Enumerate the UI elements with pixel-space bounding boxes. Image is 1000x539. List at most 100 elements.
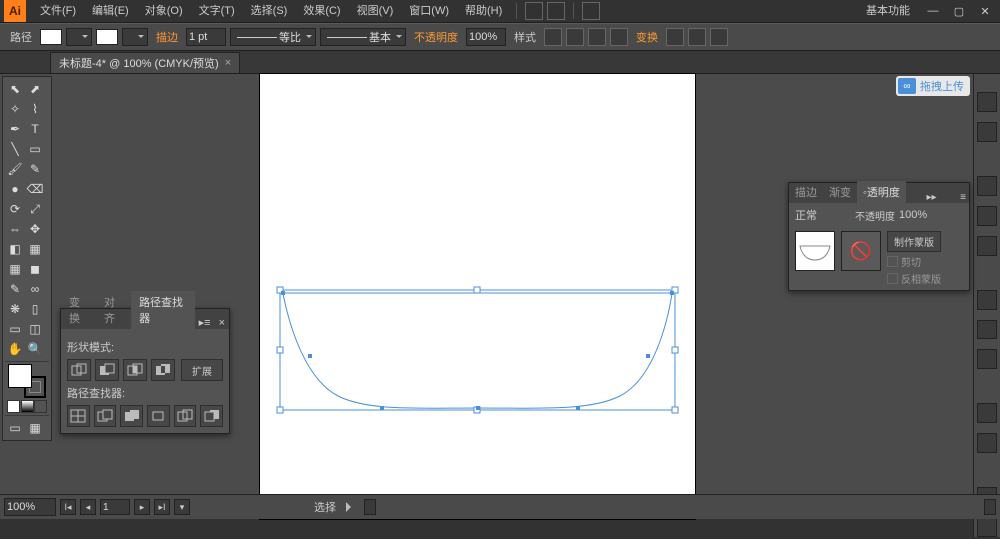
pf-divide-button[interactable] — [67, 405, 90, 427]
tab-transform[interactable]: 变换 — [61, 291, 96, 329]
stroke-menu[interactable] — [122, 28, 148, 46]
shape-intersect-button[interactable] — [123, 359, 147, 381]
tool-magic-wand[interactable]: ✧ — [5, 99, 25, 119]
close-button[interactable]: ✕ — [974, 3, 996, 19]
tool-eraser[interactable]: ⌫ — [25, 179, 45, 199]
menu-help[interactable]: 帮助(H) — [457, 0, 510, 22]
menu-view[interactable]: 视图(V) — [349, 0, 402, 22]
tool-rotate[interactable]: ⟳ — [5, 199, 25, 219]
next-artboard-button[interactable]: ▸ — [134, 499, 150, 515]
tool-direct-selection[interactable]: ⬈ — [25, 79, 45, 99]
menu-effect[interactable]: 效果(C) — [295, 0, 348, 22]
artboard-number-input[interactable]: 1 — [100, 499, 130, 515]
hscroll-left[interactable] — [364, 499, 376, 515]
tool-paintbrush[interactable]: 🖌 — [5, 159, 25, 179]
dock-stroke-icon[interactable] — [977, 290, 997, 310]
pf-outline-button[interactable] — [174, 405, 197, 427]
tool-blend[interactable]: ∞ — [25, 279, 45, 299]
edit-clip-icon[interactable] — [688, 28, 706, 46]
dock-color-icon[interactable] — [977, 92, 997, 112]
anchor-point[interactable] — [670, 291, 674, 295]
brush-definition[interactable]: 基本 — [320, 28, 406, 46]
pf-merge-button[interactable] — [120, 405, 143, 427]
tool-pen[interactable]: ✒ — [5, 119, 25, 139]
dock-color-guide-icon[interactable] — [977, 122, 997, 142]
dock-gradient-icon[interactable] — [977, 320, 997, 340]
anchor-point[interactable] — [281, 291, 285, 295]
minimize-button[interactable]: — — [922, 3, 944, 19]
fill-stroke-control[interactable] — [8, 364, 46, 398]
zoom-level-input[interactable]: 100% — [4, 498, 56, 516]
make-mask-button[interactable]: 制作蒙版 — [887, 231, 941, 252]
stroke-label[interactable]: 描边 — [152, 29, 182, 45]
tool-selection[interactable]: ⬉ — [5, 79, 25, 99]
bbox-handle[interactable] — [277, 347, 283, 353]
opacity-label[interactable]: 不透明度 — [410, 29, 462, 45]
hscroll-right[interactable] — [984, 499, 996, 515]
tool-free-transform[interactable]: ✥ — [25, 219, 45, 239]
shape-panel-icon[interactable] — [610, 28, 628, 46]
prev-artboard-button[interactable]: ◂ — [80, 499, 96, 515]
tool-zoom[interactable]: 🔍 — [25, 339, 45, 359]
menu-object[interactable]: 对象(O) — [137, 0, 191, 22]
document-tab[interactable]: 未标题-4* @ 100% (CMYK/预览) × — [50, 52, 240, 73]
color-mode-solid[interactable] — [7, 400, 20, 413]
object-thumbnail[interactable] — [795, 231, 835, 271]
anchor-point[interactable] — [576, 406, 580, 410]
shape-minus-front-button[interactable] — [95, 359, 119, 381]
tool-perspective[interactable]: ▦ — [25, 239, 45, 259]
tool-width[interactable]: ⇔ — [5, 219, 25, 239]
opacity-value-input[interactable]: 100% — [899, 209, 933, 221]
panel-close-icon[interactable]: × — [215, 317, 229, 329]
anchor-point[interactable] — [308, 354, 312, 358]
transform-label[interactable]: 变换 — [632, 29, 662, 45]
artboard-nav-menu[interactable]: ▾ — [174, 499, 190, 515]
tool-shape-builder[interactable]: ◧ — [5, 239, 25, 259]
last-artboard-button[interactable]: ▸I — [154, 499, 170, 515]
dock-artboards-icon[interactable] — [977, 517, 997, 537]
align-panel-icon[interactable] — [588, 28, 606, 46]
dock-symbols-icon[interactable] — [977, 236, 997, 256]
shape-unite-button[interactable] — [67, 359, 91, 381]
shape-exclude-button[interactable] — [151, 359, 175, 381]
tool-slice[interactable]: ◫ — [25, 319, 45, 339]
tool-gradient[interactable]: ◼ — [25, 259, 45, 279]
tab-gradient[interactable]: 渐变 — [823, 181, 857, 203]
stroke-swatch[interactable] — [96, 29, 118, 45]
tool-hand[interactable]: ✋ — [5, 339, 25, 359]
fill-swatch[interactable] — [40, 29, 62, 45]
expand-button[interactable]: 扩展 — [181, 359, 223, 381]
dock-appearance-icon[interactable] — [977, 403, 997, 423]
tool-column-graph[interactable]: ▯ — [25, 299, 45, 319]
tool-scale[interactable]: ⤢ — [25, 199, 45, 219]
color-mode-none[interactable] — [34, 400, 47, 413]
maximize-button[interactable]: ▢ — [948, 3, 970, 19]
tab-transparency[interactable]: ◦透明度 — [857, 181, 906, 203]
blend-mode-select[interactable]: 正常 — [795, 207, 851, 223]
dock-transparency-icon[interactable] — [977, 349, 997, 369]
pf-trim-button[interactable] — [94, 405, 117, 427]
select-similar-icon[interactable] — [710, 28, 728, 46]
tool-blob-brush[interactable]: ● — [5, 179, 25, 199]
first-artboard-button[interactable]: I◂ — [60, 499, 76, 515]
tool-line[interactable]: ╲ — [5, 139, 25, 159]
tool-mesh[interactable]: ▦ — [5, 259, 25, 279]
dock-graphic-styles-icon[interactable] — [977, 433, 997, 453]
tab-stroke[interactable]: 描边 — [789, 181, 823, 203]
tab-align[interactable]: 对齐 — [96, 291, 131, 329]
anchor-point[interactable] — [476, 406, 480, 410]
color-mode-gradient[interactable] — [21, 400, 34, 413]
document-tab-close-icon[interactable]: × — [225, 57, 231, 69]
bbox-handle[interactable] — [277, 407, 283, 413]
tool-pencil[interactable]: ✎ — [25, 159, 45, 179]
tab-pathfinder[interactable]: 路径查找器 — [131, 291, 195, 329]
mask-thumbnail[interactable]: 🚫 — [841, 231, 881, 271]
tool-rectangle[interactable]: ▭ — [25, 139, 45, 159]
isolate-icon[interactable] — [666, 28, 684, 46]
screen-mode-normal[interactable]: ▭ — [5, 418, 25, 438]
artboard[interactable] — [260, 74, 695, 519]
bbox-handle[interactable] — [672, 347, 678, 353]
arrange-icon[interactable] — [547, 2, 565, 20]
dock-brushes-icon[interactable] — [977, 206, 997, 226]
pf-minus-back-button[interactable] — [200, 405, 223, 427]
